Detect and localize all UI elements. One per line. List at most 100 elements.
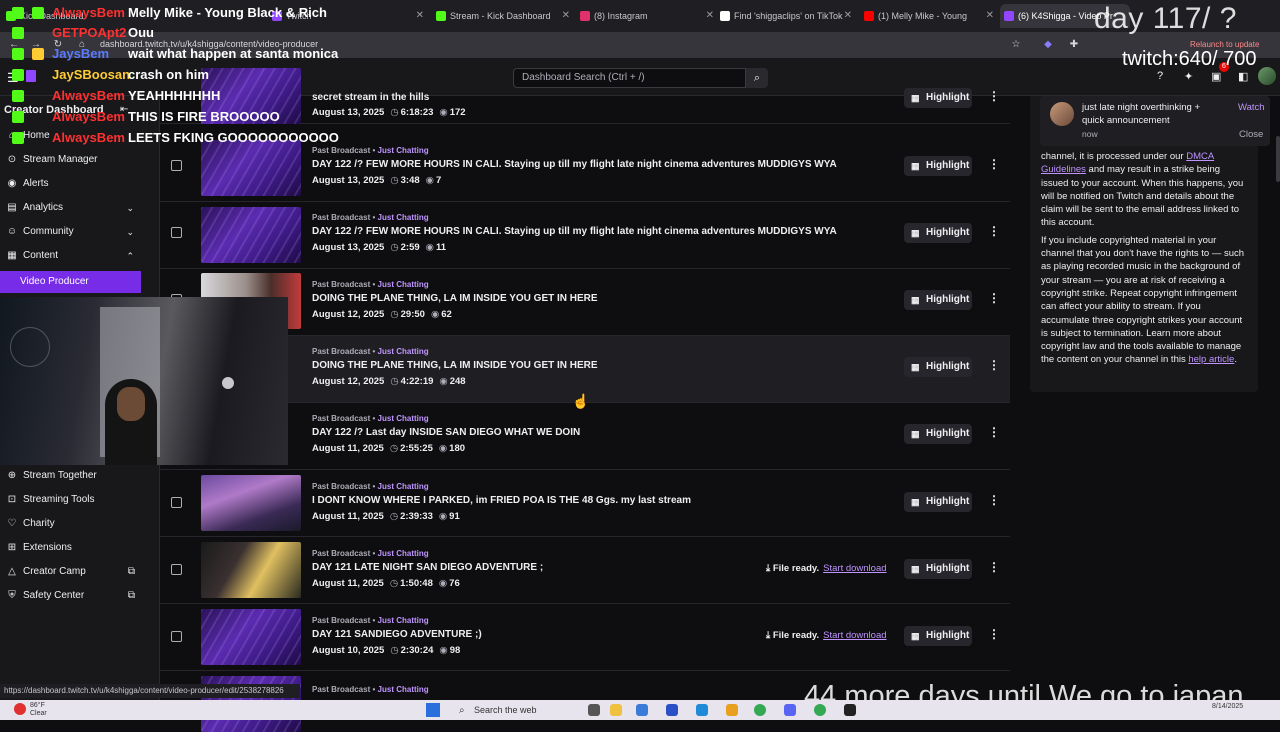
- more-options-icon[interactable]: ⋮: [988, 627, 1000, 641]
- file-explorer-icon[interactable]: [610, 704, 622, 716]
- help-icon[interactable]: ?: [1157, 70, 1163, 82]
- sidebar-item-video-producer[interactable]: Video Producer: [0, 271, 141, 293]
- more-options-icon[interactable]: ⋮: [988, 224, 1000, 238]
- eye-icon: ◉: [439, 645, 448, 656]
- extension-icon[interactable]: ◆: [1042, 39, 1054, 51]
- kick-badge-icon: [12, 27, 24, 39]
- sidebar-item-community[interactable]: ☺ Community ⌄: [0, 221, 160, 243]
- sidebar-item-stream-together[interactable]: ⊕ Stream Together: [0, 465, 160, 487]
- row-checkbox[interactable]: [171, 160, 182, 171]
- more-options-icon[interactable]: ⋮: [988, 425, 1000, 439]
- video-title[interactable]: DAY 122 /? FEW MORE HOURS IN CALI. Stayi…: [312, 159, 837, 170]
- external-link-icon: ⧉: [127, 566, 135, 577]
- more-options-icon[interactable]: ⋮: [988, 89, 1000, 103]
- sparkle-icon[interactable]: ✦: [1184, 70, 1193, 83]
- close-tab-icon[interactable]: ✕: [706, 4, 714, 28]
- sidebar-item-stream-manager[interactable]: ⊙ Stream Manager: [0, 149, 160, 171]
- taskbar-search[interactable]: ⌕ Search the web: [456, 703, 568, 718]
- row-checkbox[interactable]: [171, 497, 182, 508]
- sidebar-item-creator-camp[interactable]: △ Creator Camp ⧉: [0, 561, 160, 583]
- video-date: August 10, 2025 ◷ 2:30:24 ◉ 98: [312, 645, 461, 656]
- more-options-icon[interactable]: ⋮: [988, 291, 1000, 305]
- help-article-link[interactable]: help article: [1188, 354, 1234, 365]
- sidebar-item-content[interactable]: ▦ Content ⌃: [0, 245, 160, 267]
- more-options-icon[interactable]: ⋮: [988, 358, 1000, 372]
- sidebar-item-extensions[interactable]: ⊞ Extensions: [0, 537, 160, 559]
- edge-icon[interactable]: [696, 704, 708, 716]
- highlight-button[interactable]: ▦ Highlight: [904, 492, 972, 512]
- table-row[interactable]: Past Broadcast • Just Chatting I DONT KN…: [160, 470, 1010, 537]
- highlight-button[interactable]: ▦ Highlight: [904, 290, 972, 310]
- browser-tab[interactable]: (1) Melly Mike - Young ✕: [860, 4, 998, 28]
- watch-button[interactable]: Watch: [1238, 102, 1265, 113]
- table-row[interactable]: Past Broadcast • Just Chatting DAY 121 S…: [160, 604, 1010, 671]
- obs-icon[interactable]: [844, 704, 856, 716]
- search-button[interactable]: ⌕: [746, 68, 768, 88]
- folder-icon[interactable]: [726, 704, 738, 716]
- highlight-button[interactable]: ▦ Highlight: [904, 156, 972, 176]
- row-checkbox[interactable]: [171, 631, 182, 642]
- start-download-link[interactable]: Start download: [823, 563, 886, 574]
- browser-tab[interactable]: Stream - Kick Dashboard ✕: [432, 4, 574, 28]
- highlight-icon: ▦: [911, 93, 920, 103]
- close-button[interactable]: Close: [1239, 129, 1263, 140]
- highlight-button[interactable]: ▦ Highlight: [904, 424, 972, 444]
- task-view-icon[interactable]: [588, 704, 600, 716]
- taskbar-clock[interactable]: 8/14/2025: [1212, 703, 1243, 711]
- video-thumbnail[interactable]: [201, 475, 301, 531]
- more-options-icon[interactable]: ⋮: [988, 157, 1000, 171]
- video-title[interactable]: DAY 122 /? Last day INSIDE SAN DIEGO WHA…: [312, 427, 580, 438]
- chat-username: JaySBoosan: [52, 67, 131, 82]
- sidebar-item-alerts[interactable]: ◉ Alerts: [0, 173, 160, 195]
- video-title[interactable]: DOING THE PLANE THING, LA IM INSIDE YOU …: [312, 360, 598, 371]
- scrollbar-thumb[interactable]: [1276, 136, 1280, 182]
- video-title[interactable]: DAY 122 /? FEW MORE HOURS IN CALI. Stayi…: [312, 226, 837, 237]
- video-title[interactable]: DAY 121 LATE NIGHT SAN DIEGO ADVENTURE ;: [312, 562, 543, 573]
- discord-icon[interactable]: [784, 704, 796, 716]
- close-tab-icon[interactable]: ✕: [844, 4, 852, 28]
- extensions-puzzle-icon[interactable]: ✚: [1068, 39, 1080, 51]
- windows-start-icon[interactable]: [426, 703, 440, 717]
- video-thumbnail[interactable]: [201, 542, 301, 598]
- weather-widget[interactable]: 86°F Clear: [30, 702, 47, 718]
- highlight-button[interactable]: ▦ Highlight: [904, 559, 972, 579]
- avatar[interactable]: [1258, 67, 1276, 85]
- chat-bubble-icon[interactable]: ◧: [1238, 70, 1248, 83]
- highlight-button[interactable]: ▦ Highlight: [904, 357, 972, 377]
- inbox-icon[interactable]: ▣: [1211, 70, 1221, 83]
- eye-icon: ◉: [430, 309, 440, 320]
- highlight-button[interactable]: ▦ Highlight: [904, 626, 972, 646]
- video-title[interactable]: DOING THE PLANE THING, LA IM INSIDE YOU …: [312, 293, 598, 304]
- sidebar-item-analytics[interactable]: ▤ Analytics ⌄: [0, 197, 160, 219]
- row-checkbox[interactable]: [171, 564, 182, 575]
- app-icon[interactable]: [636, 704, 648, 716]
- chrome-icon[interactable]: [814, 704, 826, 716]
- video-title[interactable]: I DONT KNOW WHERE I PARKED, im FRIED POA…: [312, 495, 691, 506]
- table-row[interactable]: Past Broadcast • Just Chatting DAY 122 /…: [160, 202, 1010, 269]
- video-thumbnail[interactable]: [201, 207, 301, 263]
- sidebar-item-streaming-tools[interactable]: ⊡ Streaming Tools: [0, 489, 160, 511]
- chrome-icon[interactable]: [754, 704, 766, 716]
- app-icon[interactable]: [666, 704, 678, 716]
- browser-tab[interactable]: (8) Instagram ✕: [576, 4, 718, 28]
- sidebar-item-charity[interactable]: ♡ Charity: [0, 513, 160, 535]
- weather-alert-icon[interactable]: [14, 703, 26, 715]
- start-download-link[interactable]: Start download: [823, 630, 886, 641]
- video-thumbnail[interactable]: [201, 609, 301, 665]
- dashboard-search-input[interactable]: Dashboard Search (Ctrl + /): [513, 68, 746, 88]
- bookmark-star-icon[interactable]: ☆: [1010, 39, 1022, 51]
- highlight-icon: ▦: [911, 295, 920, 305]
- more-options-icon[interactable]: ⋮: [988, 493, 1000, 507]
- close-tab-icon[interactable]: ✕: [562, 4, 570, 28]
- more-options-icon[interactable]: ⋮: [988, 560, 1000, 574]
- highlight-button[interactable]: ▦ Highlight: [904, 88, 972, 108]
- browser-tab[interactable]: Find 'shiggaclips' on TikTok ✕: [716, 4, 856, 28]
- sidebar-item-safety-center[interactable]: ⛨ Safety Center ⧉: [0, 585, 160, 607]
- table-row[interactable]: Past Broadcast • Just Chatting DAY 121 L…: [160, 537, 1010, 604]
- close-tab-icon[interactable]: ✕: [416, 4, 424, 28]
- close-tab-icon[interactable]: ✕: [986, 4, 994, 28]
- highlight-button[interactable]: ▦ Highlight: [904, 223, 972, 243]
- live-notification[interactable]: just late night overthinking + quick ann…: [1040, 96, 1270, 146]
- row-checkbox[interactable]: [171, 227, 182, 238]
- video-title[interactable]: DAY 121 SANDIEGO ADVENTURE ;): [312, 629, 482, 640]
